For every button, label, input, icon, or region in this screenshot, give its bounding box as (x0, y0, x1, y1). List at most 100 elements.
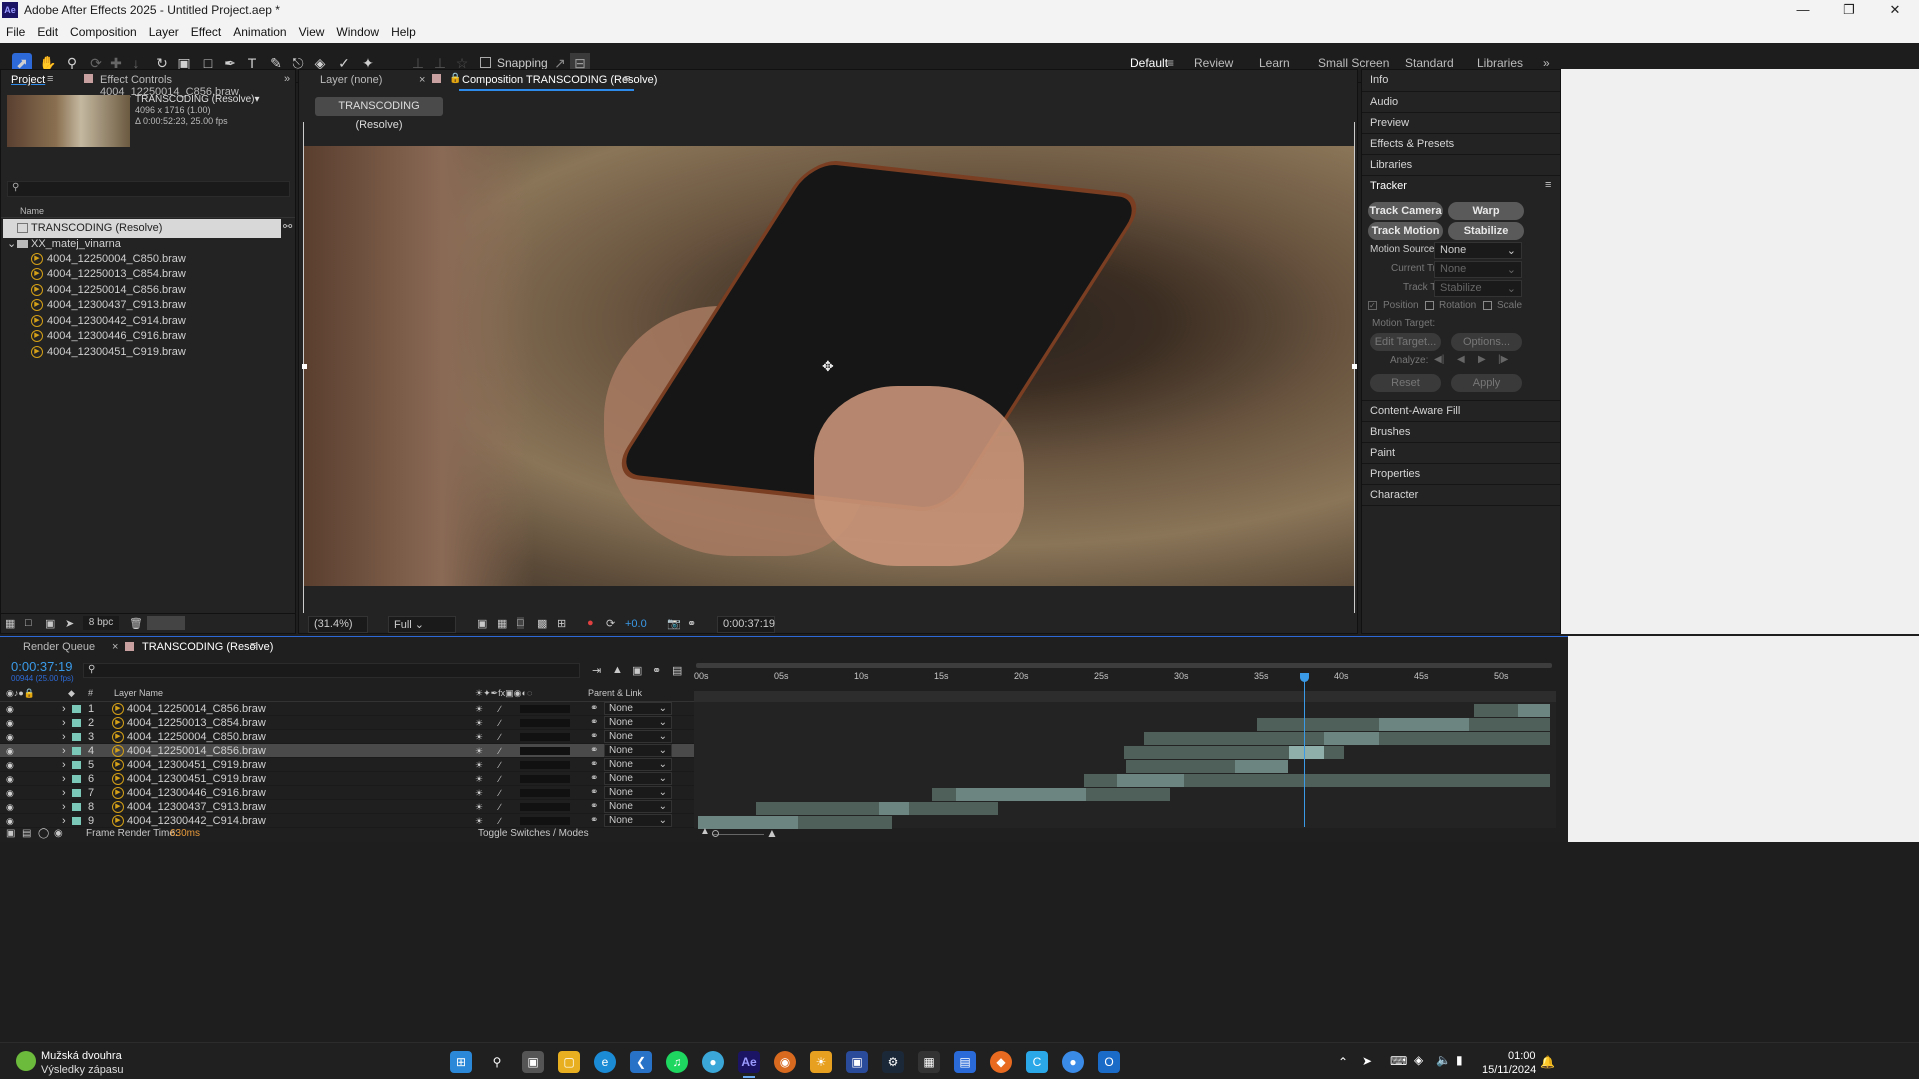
comp-menu-icon[interactable]: ≡ (624, 73, 630, 85)
vscode-icon[interactable]: ❮ (630, 1051, 652, 1073)
info-panel[interactable]: Info (1362, 70, 1560, 92)
pickwhip-icon[interactable]: ⚭ (590, 772, 598, 786)
quality-switch-icon[interactable]: ∕ (499, 814, 501, 828)
effects-presets-panel[interactable]: Effects & Presets (1362, 134, 1560, 155)
collapse-switch-icon[interactable]: ☀ (475, 786, 483, 800)
eye-icon[interactable]: ◉ (6, 800, 14, 814)
pickwhip-icon[interactable]: ⚭ (590, 716, 598, 730)
playhead-line[interactable] (1304, 677, 1305, 827)
quality-switch-icon[interactable]: ∕ (499, 772, 501, 786)
davinci-icon[interactable]: ◉ (774, 1051, 796, 1073)
chevron-right-icon[interactable]: › (62, 814, 66, 828)
edit-target-button[interactable]: Edit Target... (1370, 333, 1441, 351)
layer-name[interactable]: 4004_12250013_C854.braw (127, 716, 467, 730)
reset-button[interactable]: Reset (1370, 374, 1441, 392)
menu-help[interactable]: Help (385, 21, 422, 43)
app-icon[interactable]: ☀ (810, 1051, 832, 1073)
track-camera-button[interactable]: Track Camera (1368, 202, 1443, 220)
parent-dropdown[interactable]: None ⌄ (604, 800, 672, 813)
analyze-forward-icon[interactable]: ▶ (1478, 354, 1486, 365)
layer-name[interactable]: 4004_12250014_C856.braw (127, 744, 467, 758)
character-panel[interactable]: Character (1362, 485, 1560, 506)
collapse-switch-icon[interactable]: ☀ (475, 702, 483, 716)
properties-panel[interactable]: Properties (1362, 464, 1560, 485)
apply-button[interactable]: Apply (1451, 374, 1522, 392)
motion-source-dropdown[interactable]: None ⌄ (1434, 242, 1522, 259)
label-color-icon[interactable] (72, 733, 81, 741)
pickwhip-icon[interactable]: ⚭ (590, 702, 598, 716)
workspace-default[interactable]: Default (1130, 56, 1168, 70)
layer-name[interactable]: 4004_12300442_C914.braw (127, 814, 467, 828)
layer-tab[interactable]: Layer (none) (320, 74, 382, 86)
layer-row[interactable]: ◉ › 8 ▶ 4004_12300437_C913.braw ☀ ∕ ⚭ None ⌄ (0, 800, 694, 814)
region-of-interest-icon[interactable]: ▩ (537, 617, 547, 630)
new-comp-icon[interactable]: ▣ (45, 617, 55, 630)
layer-row[interactable]: ◉ › 2 ▶ 4004_12250013_C854.braw ☀ ∕ ⚭ None ⌄ (0, 716, 694, 730)
channel-icon[interactable]: ● (587, 617, 594, 629)
options-button[interactable]: Options... (1451, 333, 1522, 351)
maximize-button[interactable]: ❐ (1826, 0, 1872, 21)
transfer-controls-icon[interactable]: ▤ (22, 828, 31, 839)
spotify-icon[interactable]: ♫ (666, 1051, 688, 1073)
parent-dropdown[interactable]: None ⌄ (604, 716, 672, 729)
collapse-switch-icon[interactable]: ☀ (475, 716, 483, 730)
time-ruler[interactable]: 00s 05s 10s 15s 20s 25s 30s 35s 40s 45s … (694, 659, 1556, 705)
parent-dropdown[interactable]: None ⌄ (604, 702, 672, 715)
start-icon[interactable]: ⊞ (450, 1051, 472, 1073)
handle-left[interactable] (302, 364, 307, 369)
workspace-overflow-icon[interactable]: » (1543, 56, 1550, 70)
workspace-small-screen[interactable]: Small Screen (1318, 56, 1389, 70)
label-color-icon[interactable] (72, 803, 81, 811)
collapse-switch-icon[interactable]: ☀ (475, 800, 483, 814)
task-view-icon[interactable]: ▣ (522, 1051, 544, 1073)
app-icon[interactable]: ◆ (990, 1051, 1012, 1073)
menu-file[interactable]: File (0, 21, 31, 43)
scale-checkbox[interactable] (1483, 301, 1492, 310)
after-effects-icon[interactable]: Ae (738, 1051, 760, 1073)
draft-3d-icon[interactable]: ▲ (612, 664, 623, 676)
eye-icon[interactable]: ◉ (6, 730, 14, 744)
layer-bars-area[interactable] (694, 702, 1556, 829)
zoom-out-icon[interactable]: ▲ (700, 826, 710, 837)
pickwhip-icon[interactable]: ⚭ (590, 814, 598, 828)
transparency-grid-icon[interactable]: ▦ (497, 617, 507, 630)
layer-row[interactable]: ◉ › 5 ▶ 4004_12300451_C919.braw ☀ ∕ ⚭ None ⌄ (0, 758, 694, 772)
interpret-footage-icon[interactable]: ▦ (5, 617, 15, 630)
chevron-up-icon[interactable]: ⌃ (1338, 1055, 1348, 1069)
file-explorer-icon[interactable]: ▢ (558, 1051, 580, 1073)
snapping-checkbox[interactable] (480, 57, 491, 68)
project-item-footage[interactable]: ▶ 4004_12300451_C919.braw (31, 343, 281, 362)
switch-boxes[interactable] (520, 761, 570, 769)
switch-boxes[interactable] (520, 817, 570, 825)
zoom-slider-thumb[interactable] (712, 830, 719, 837)
layer-name[interactable]: 4004_12300451_C919.braw (127, 758, 467, 772)
grid-guides-icon[interactable]: ⊞ (557, 617, 566, 630)
parent-dropdown[interactable]: None ⌄ (604, 758, 672, 771)
pickwhip-icon[interactable]: ⚭ (590, 800, 598, 814)
collapse-switch-icon[interactable]: ☀ (475, 744, 483, 758)
eye-icon[interactable]: ◉ (6, 702, 14, 716)
timeline-current-time[interactable]: 0:00:37:19 (11, 659, 72, 674)
switch-boxes[interactable] (520, 733, 570, 741)
layer-name[interactable]: 4004_12300451_C919.braw (127, 772, 467, 786)
viewer-canvas[interactable]: ✥ (303, 122, 1355, 613)
rotation-checkbox[interactable] (1425, 301, 1434, 310)
eye-icon[interactable]: ◉ (6, 786, 14, 800)
lock-icon[interactable]: 🔒 (449, 73, 461, 84)
quality-switch-icon[interactable]: ∕ (499, 800, 501, 814)
search-icon[interactable]: ⚲ (486, 1051, 508, 1073)
outlook-icon[interactable]: O (1098, 1051, 1120, 1073)
wifi-icon[interactable]: ◈ (1414, 1053, 1423, 1067)
switch-boxes[interactable] (520, 705, 570, 713)
workspace-standard[interactable]: Standard (1405, 56, 1454, 70)
track-type-dropdown[interactable]: Stabilize ⌄ (1434, 280, 1522, 297)
workspace-menu-icon[interactable]: ≡ (1167, 56, 1174, 70)
workspace-review[interactable]: Review (1194, 56, 1233, 70)
analyze-backward-icon[interactable]: ◀ (1457, 354, 1465, 365)
eye-icon[interactable]: ◉ (6, 814, 14, 828)
menu-composition[interactable]: Composition (64, 21, 143, 43)
collapse-switch-icon[interactable]: ☀ (475, 758, 483, 772)
quality-switch-icon[interactable]: ∕ (499, 786, 501, 800)
app-icon[interactable]: ▣ (846, 1051, 868, 1073)
switch-boxes[interactable] (520, 775, 570, 783)
